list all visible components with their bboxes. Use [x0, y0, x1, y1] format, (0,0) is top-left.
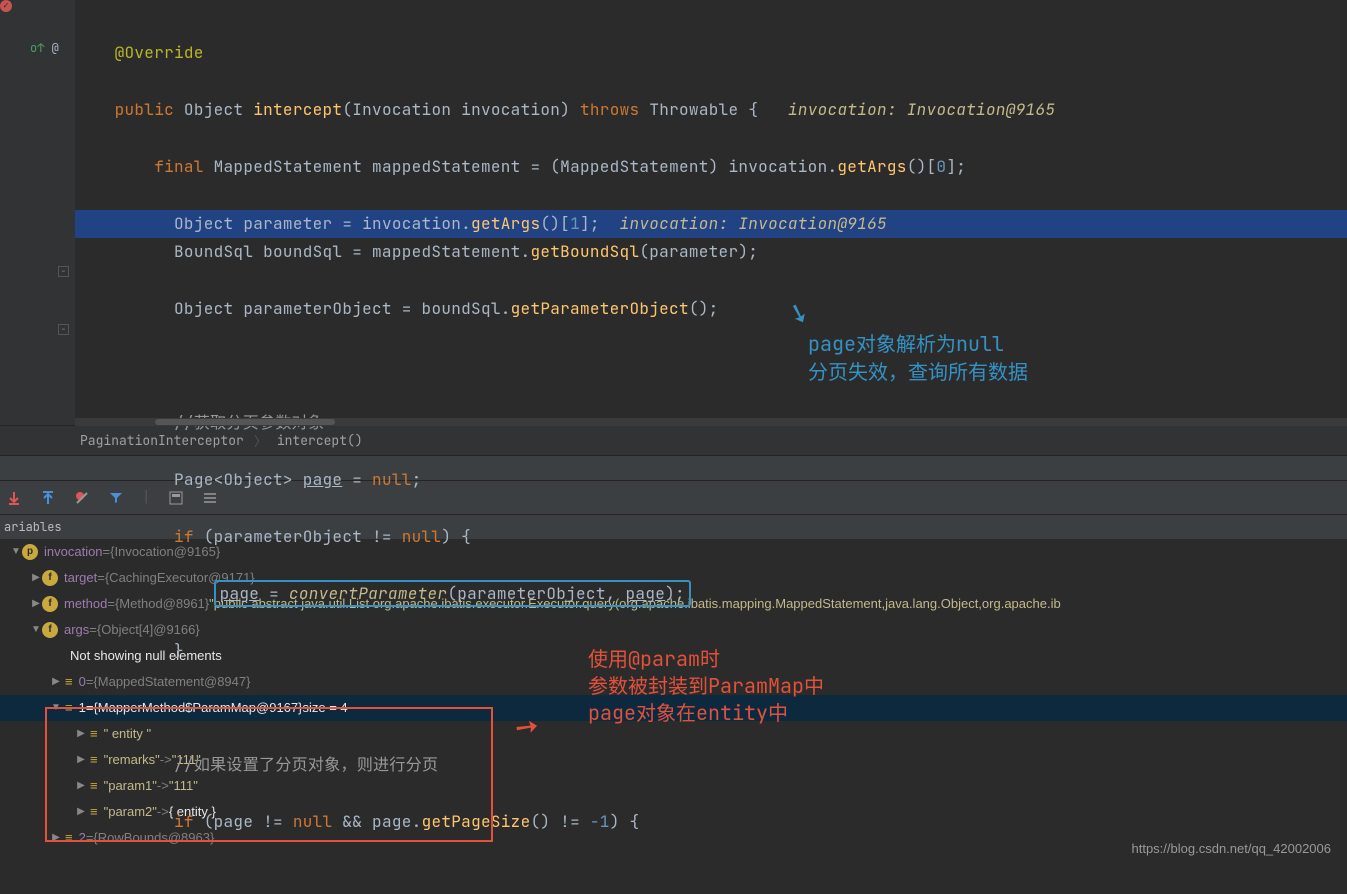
inline-hint: invocation: Invocation@9165	[620, 213, 887, 234]
horizontal-scrollbar[interactable]	[75, 418, 1347, 426]
caret-right-icon[interactable]: ▶	[30, 591, 42, 617]
override-gutter-icon[interactable]: o↑	[30, 40, 59, 56]
annotation-note-red: 使用@param时 参数被封装到ParamMap中 page对象在entity中	[588, 646, 824, 727]
code-editor[interactable]: o↑ ✓ − − @Override public Object interce…	[0, 0, 1347, 425]
watermark-text: https://blog.csdn.net/qq_42002006	[1132, 841, 1332, 856]
highlighted-expression: page = convertParameter(parameterObject,…	[214, 580, 691, 607]
caret-right-icon[interactable]: ▶	[50, 825, 62, 851]
annotation-note: page对象解析为null 分页失效，查询所有数据	[808, 330, 1028, 386]
gutter: o↑ ✓ − −	[0, 0, 75, 425]
step-down-icon[interactable]	[6, 490, 22, 506]
step-up-icon[interactable]	[40, 490, 56, 506]
fold-icon[interactable]: −	[58, 324, 69, 335]
scroll-thumb[interactable]	[155, 419, 335, 425]
breakpoint-icon[interactable]: ✓	[0, 0, 12, 12]
caret-right-icon[interactable]: ▶	[50, 669, 62, 695]
caret-down-icon[interactable]: ▼	[10, 539, 22, 565]
caret-right-icon[interactable]: ▶	[30, 565, 42, 591]
fold-icon[interactable]: −	[58, 266, 69, 277]
annotation: @Override	[115, 42, 204, 63]
inline-hint: invocation: Invocation@9165	[788, 99, 1055, 120]
code-area[interactable]: @Override public Object intercept(Invoca…	[75, 0, 1347, 425]
annotation-arrow-icon: ➙	[513, 707, 541, 747]
execution-line: Object parameter = invocation.getArgs()[…	[75, 210, 1347, 239]
caret-down-icon[interactable]: ▼	[30, 617, 42, 643]
caret-down-icon[interactable]: ▼	[50, 695, 62, 721]
